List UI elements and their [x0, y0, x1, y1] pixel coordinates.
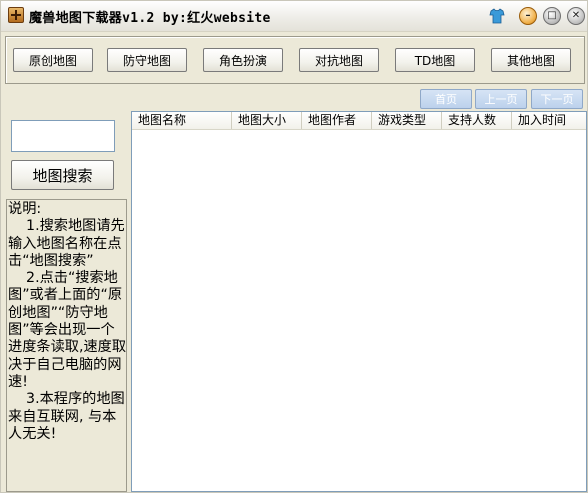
map-search-button[interactable]: 地图搜索	[11, 160, 114, 190]
rpg-maps-button[interactable]: 角色扮演	[203, 48, 283, 72]
close-button[interactable]: ✕	[567, 7, 585, 25]
column-header-map-author[interactable]: 地图作者	[302, 112, 372, 129]
column-header-date-added[interactable]: 加入时间	[512, 112, 586, 129]
instruction-item-3: 3.本程序的地图来自互联网, 与本人无关!	[8, 391, 125, 442]
instruction-item-2: 2.点击“搜索地图”或者上面的“原创地图”“防守地图”等会出现一个进度条读取,速…	[8, 270, 127, 390]
close-icon: ✕	[571, 10, 581, 21]
skin-shirt-icon[interactable]	[489, 8, 505, 24]
instructions-panel: 说明: 1.搜索地图请先输入地图名称在点击“地图搜索” 2.点击“搜索地图”或者…	[6, 199, 127, 492]
list-header: 地图名称 地图大小 地图作者 游戏类型 支持人数 加入时间	[132, 112, 586, 130]
versus-maps-button[interactable]: 对抗地图	[299, 48, 379, 72]
maximize-button[interactable]: □	[543, 7, 561, 25]
first-page-button[interactable]: 首页	[420, 89, 472, 109]
next-page-button[interactable]: 下一页	[531, 89, 583, 109]
maximize-icon: □	[547, 10, 557, 21]
instructions-heading: 说明:	[8, 201, 42, 217]
minimize-button[interactable]: –	[519, 7, 537, 25]
title-bar[interactable]: 魔兽地图下载器v1.2 by:红火website – □ ✕	[1, 1, 587, 32]
search-input[interactable]	[11, 120, 115, 152]
td-maps-button[interactable]: TD地图	[395, 48, 475, 72]
column-header-game-type[interactable]: 游戏类型	[372, 112, 442, 129]
column-header-player-count[interactable]: 支持人数	[442, 112, 512, 129]
minimize-icon: –	[525, 10, 531, 21]
window-title: 魔兽地图下载器v1.2 by:红火website	[29, 11, 271, 26]
column-header-map-size[interactable]: 地图大小	[232, 112, 302, 129]
main-window: 魔兽地图下载器v1.2 by:红火website – □ ✕ 原创地图 防守地图…	[0, 0, 588, 493]
map-category-panel: 原创地图 防守地图 角色扮演 对抗地图 TD地图 其他地图	[5, 36, 585, 84]
column-header-map-name[interactable]: 地图名称	[132, 112, 232, 129]
prev-page-button[interactable]: 上一页	[475, 89, 527, 109]
original-maps-button[interactable]: 原创地图	[13, 48, 93, 72]
instruction-item-1: 1.搜索地图请先输入地图名称在点击“地图搜索”	[8, 218, 125, 269]
defense-maps-button[interactable]: 防守地图	[107, 48, 187, 72]
app-icon	[8, 7, 24, 23]
other-maps-button[interactable]: 其他地图	[491, 48, 571, 72]
map-list-view[interactable]: 地图名称 地图大小 地图作者 游戏类型 支持人数 加入时间	[131, 111, 587, 492]
